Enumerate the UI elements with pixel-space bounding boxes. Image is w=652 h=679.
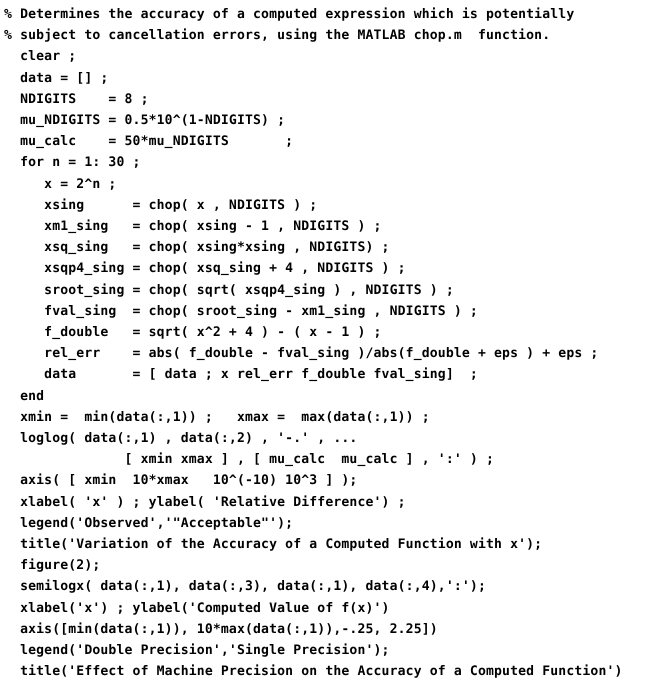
- code-line: title('Effect of Machine Precision on th…: [4, 664, 623, 679]
- code-line: legend('Observed','"Acceptable"');: [4, 515, 294, 531]
- code-line: semilogx( data(:,1), data(:,3), data(:,1…: [4, 579, 486, 595]
- code-line: axis([min(data(:,1)), 10*max(data(:,1)),…: [4, 621, 438, 637]
- code-line: xm1_sing = chop( xsing - 1 , NDIGITS ) ;: [4, 219, 382, 234]
- code-line: xlabel( 'x' ) ; ylabel( 'Relative Differ…: [4, 494, 406, 510]
- code-line: % Determines the accuracy of a computed …: [4, 7, 575, 22]
- code-line: f_double = sqrt( x^2 + 4 ) - ( x - 1 ) ;: [4, 325, 382, 340]
- code-line: mu_NDIGITS = 0.5*10^(1-NDIGITS) ;: [4, 113, 286, 128]
- code-line: for n = 1: 30 ;: [4, 155, 141, 171]
- code-line: fval_sing = chop( sroot_sing - xm1_sing …: [4, 303, 478, 319]
- code-line: [ xmin xmax ] , [ mu_calc mu_calc ] , ':…: [4, 452, 495, 468]
- code-line: title('Variation of the Accuracy of a Co…: [4, 537, 543, 552]
- code-line: xsq_sing = chop( xsing*xsing , NDIGITS) …: [4, 240, 390, 256]
- code-line: xsing = chop( x , NDIGITS ) ;: [4, 197, 318, 213]
- code-line: xmin = min(data(:,1)) ; xmax = max(data(…: [4, 409, 430, 425]
- code-line: sroot_sing = chop( sqrt( xsqp4_sing ) , …: [4, 282, 454, 298]
- code-line: data = [] ;: [4, 70, 109, 86]
- code-listing: % Determines the accuracy of a computed …: [0, 0, 652, 679]
- code-line: legend('Double Precision','Single Precis…: [4, 643, 390, 658]
- code-line: xlabel('x') ; ylabel('Computed Value of …: [4, 600, 390, 616]
- code-line: x = 2^n ;: [4, 176, 117, 192]
- code-line: end: [4, 388, 45, 404]
- code-line: figure(2);: [4, 558, 101, 574]
- code-line: NDIGITS = 8 ;: [4, 91, 149, 107]
- code-line: % subject to cancellation errors, using …: [4, 28, 551, 44]
- code-line: rel_err = abs( f_double - fval_sing )/ab…: [4, 346, 599, 362]
- code-line: mu_calc = 50*mu_NDIGITS ;: [4, 134, 294, 150]
- code-line: clear ;: [4, 49, 77, 65]
- code-line: xsqp4_sing = chop( xsq_sing + 4 , NDIGIT…: [4, 261, 406, 277]
- code-line: loglog( data(:,1) , data(:,2) , '-.' , .…: [4, 431, 358, 446]
- code-line: data = [ data ; x rel_err f_double fval_…: [4, 367, 478, 383]
- code-line: axis( [ xmin 10*xmax 10^(-10) 10^3 ] );: [4, 473, 358, 489]
